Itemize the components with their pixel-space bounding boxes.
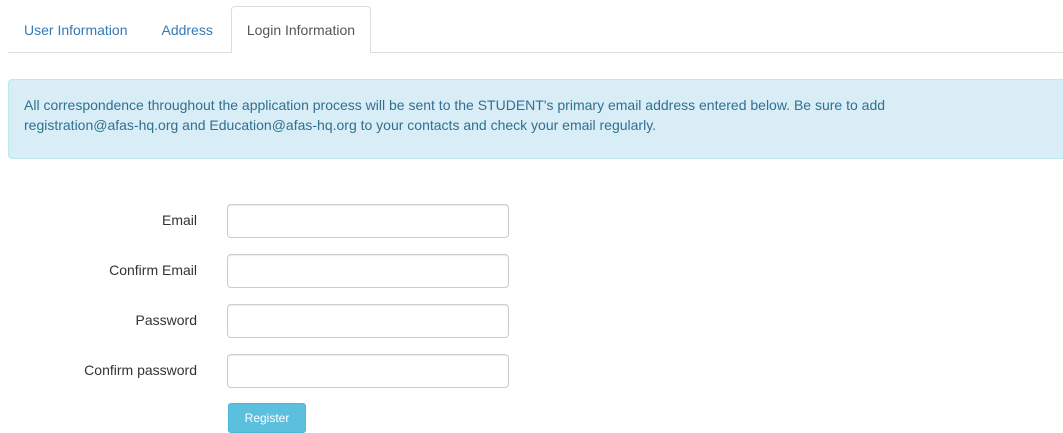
password-row: Password: [0, 304, 520, 338]
info-alert: All correspondence throughout the applic…: [8, 79, 1063, 159]
notice-line-2: registration@afas-hq.org and Education@a…: [24, 117, 657, 133]
confirm-email-label: Confirm Email: [109, 262, 197, 278]
notice-line-1: All correspondence throughout the applic…: [24, 97, 886, 113]
password-input[interactable]: [227, 304, 509, 338]
nav-tabs: User Information Address Login Informati…: [8, 6, 1063, 53]
tab-address[interactable]: Address: [145, 7, 228, 52]
tab-user-information[interactable]: User Information: [8, 7, 143, 52]
confirm-password-input[interactable]: [227, 354, 509, 388]
email-label: Email: [161, 212, 197, 228]
confirm-email-row: Confirm Email: [0, 254, 520, 288]
confirm-password-row: Confirm password: [0, 354, 520, 388]
password-label: Password: [135, 312, 197, 328]
tab-login-information[interactable]: Login Information: [230, 6, 372, 53]
confirm-email-input[interactable]: [227, 254, 509, 288]
email-input[interactable]: [227, 204, 509, 238]
register-button[interactable]: Register: [228, 403, 306, 433]
confirm-password-label: Confirm password: [84, 362, 197, 378]
email-row: Email: [0, 204, 520, 238]
